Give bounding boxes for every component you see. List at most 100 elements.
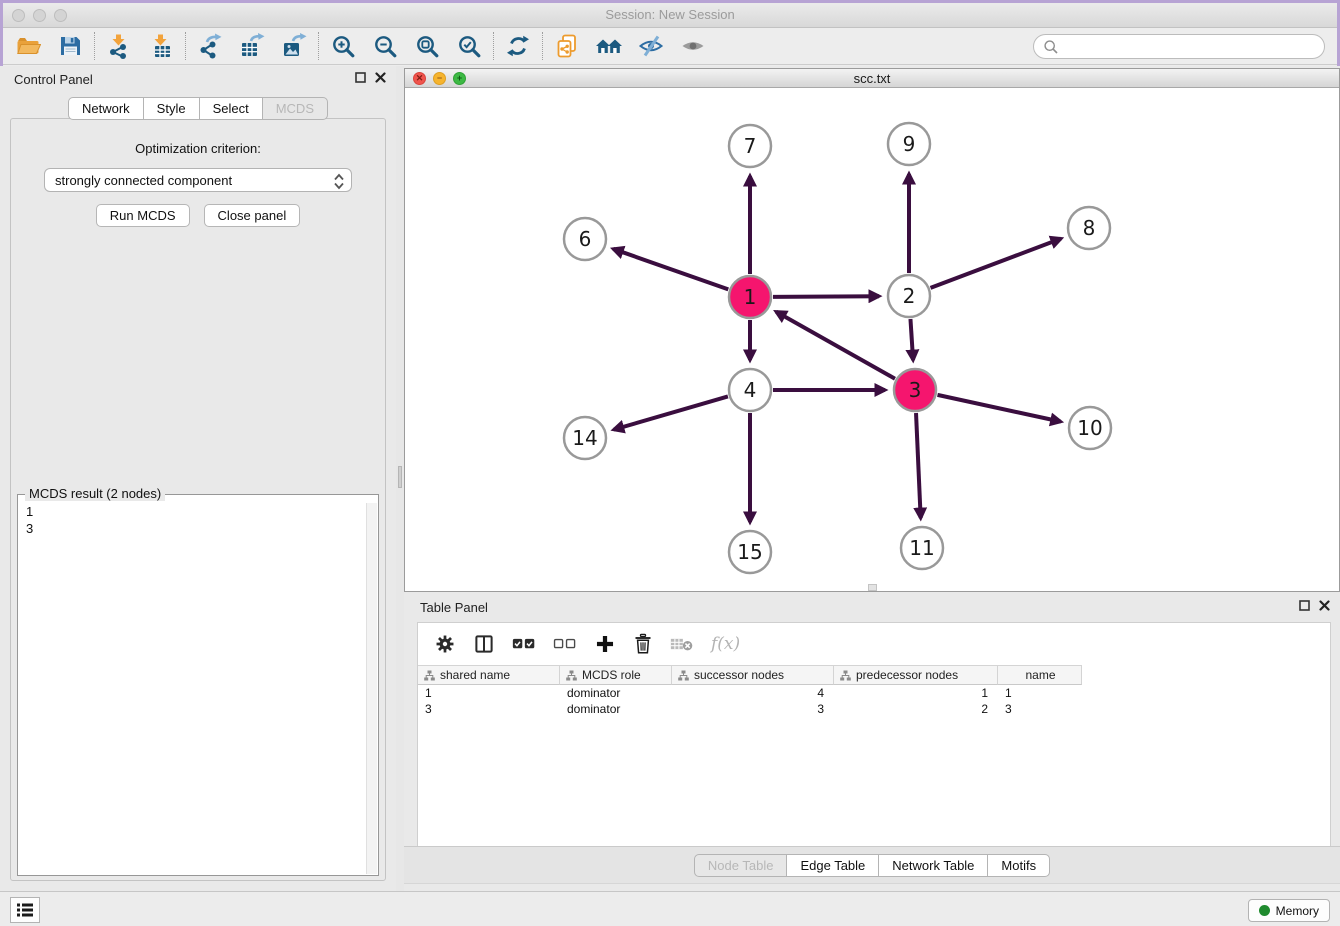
search-box[interactable] xyxy=(1033,34,1325,59)
tab-select[interactable]: Select xyxy=(199,97,263,120)
tab-node-table[interactable]: Node Table xyxy=(694,854,788,877)
select-all-columns-button[interactable] xyxy=(512,635,536,653)
show-panels-button[interactable] xyxy=(678,31,708,61)
graph-node-15[interactable]: 15 xyxy=(729,531,771,573)
memory-status-dot xyxy=(1259,905,1270,916)
graph-node-1[interactable]: 1 xyxy=(729,276,771,318)
table-cell[interactable]: 3 xyxy=(418,701,560,717)
graph-node-11[interactable]: 11 xyxy=(901,527,943,569)
table-cell[interactable]: 4 xyxy=(672,685,834,701)
window-title: Session: New Session xyxy=(3,7,1337,22)
splitter-grip[interactable] xyxy=(398,466,402,488)
hide-panels-button[interactable] xyxy=(636,31,666,61)
mcds-result-scrollbar[interactable] xyxy=(366,503,377,874)
close-panel-icon[interactable] xyxy=(1319,600,1330,611)
graph-edge-1-2[interactable] xyxy=(773,296,879,297)
export-image-button[interactable] xyxy=(279,31,309,61)
table-cell[interactable]: 3 xyxy=(672,701,834,717)
tab-network-table[interactable]: Network Table xyxy=(878,854,988,877)
node-label: 1 xyxy=(744,285,757,309)
column-header-shared-name[interactable]: shared name xyxy=(418,665,560,685)
panel-splitter[interactable] xyxy=(396,66,404,891)
zoom-out-button[interactable] xyxy=(370,31,400,61)
graph-node-6[interactable]: 6 xyxy=(564,218,606,260)
graph-node-8[interactable]: 8 xyxy=(1068,207,1110,249)
table-row[interactable]: 1dominator411 xyxy=(418,685,1330,701)
network-frame-grip[interactable] xyxy=(868,584,877,591)
search-input[interactable] xyxy=(1059,37,1324,57)
table-cell[interactable]: 1 xyxy=(998,685,1082,701)
save-session-button[interactable] xyxy=(55,31,85,61)
column-header-label: successor nodes xyxy=(694,668,784,682)
graph-edge-3-11[interactable] xyxy=(916,413,921,518)
close-panel-icon[interactable] xyxy=(375,72,386,83)
show-columns-button[interactable] xyxy=(473,633,495,655)
graph-node-9[interactable]: 9 xyxy=(888,123,930,165)
node-label: 10 xyxy=(1077,416,1102,440)
delete-columns-button[interactable] xyxy=(633,633,653,655)
delete-table-button[interactable] xyxy=(670,635,694,653)
graph-edge-4-14[interactable] xyxy=(614,396,728,429)
tab-style[interactable]: Style xyxy=(143,97,200,120)
column-header-name[interactable]: name xyxy=(998,665,1082,685)
float-panel-icon[interactable] xyxy=(1299,600,1310,611)
add-column-button[interactable] xyxy=(594,633,616,655)
network-frame-title: scc.txt xyxy=(405,71,1339,86)
task-history-button[interactable] xyxy=(10,897,40,923)
search-icon xyxy=(1043,39,1059,55)
float-panel-icon[interactable] xyxy=(355,72,366,83)
graph-node-2[interactable]: 2 xyxy=(888,275,930,317)
tab-mcds[interactable]: MCDS xyxy=(262,97,328,120)
table-settings-button[interactable] xyxy=(434,633,456,655)
table-cell[interactable]: 1 xyxy=(834,685,998,701)
graph-node-10[interactable]: 10 xyxy=(1069,407,1111,449)
toolbar-separator xyxy=(542,32,543,60)
export-table-button[interactable] xyxy=(237,31,267,61)
zoom-selected-button[interactable] xyxy=(454,31,484,61)
checked-boxes-icon xyxy=(512,635,536,653)
column-header-predecessor-nodes[interactable]: predecessor nodes xyxy=(834,665,998,685)
table-row[interactable]: 3dominator323 xyxy=(418,701,1330,717)
graph-edge-3-1[interactable] xyxy=(776,312,895,379)
graph-node-4[interactable]: 4 xyxy=(729,369,771,411)
graph-edge-2-8[interactable] xyxy=(931,239,1061,288)
tab-edge-table[interactable]: Edge Table xyxy=(786,854,879,877)
table-cell[interactable]: dominator xyxy=(560,701,672,717)
table-cell[interactable]: 1 xyxy=(418,685,560,701)
column-header-successor-nodes[interactable]: successor nodes xyxy=(672,665,834,685)
open-file-button[interactable] xyxy=(13,31,43,61)
graph-edge-2-3[interactable] xyxy=(910,319,913,360)
zoom-fit-button[interactable] xyxy=(412,31,442,61)
memory-button[interactable]: Memory xyxy=(1248,899,1330,922)
graph-node-7[interactable]: 7 xyxy=(729,125,771,167)
run-mcds-button[interactable]: Run MCDS xyxy=(96,204,190,227)
list-icon xyxy=(16,902,34,918)
column-header-MCDS-role[interactable]: MCDS role xyxy=(560,665,672,685)
graph-edge-3-10[interactable] xyxy=(937,395,1060,422)
node-label: 14 xyxy=(572,426,597,450)
tab-motifs[interactable]: Motifs xyxy=(987,854,1050,877)
import-network-button[interactable] xyxy=(104,31,134,61)
duplicate-network-button[interactable] xyxy=(552,31,582,61)
table-cell[interactable]: dominator xyxy=(560,685,672,701)
refresh-view-button[interactable] xyxy=(503,31,533,61)
home-layout-button[interactable] xyxy=(594,31,624,61)
zoom-in-button[interactable] xyxy=(328,31,358,61)
graph-edge-1-6[interactable] xyxy=(613,249,728,289)
function-builder-button[interactable]: f(x) xyxy=(711,634,740,654)
column-header-label: MCDS role xyxy=(582,668,641,682)
zoom-in-icon xyxy=(331,34,356,59)
criterion-dropdown[interactable]: strongly connected component xyxy=(44,168,352,192)
import-table-button[interactable] xyxy=(146,31,176,61)
main-toolbar xyxy=(3,28,1337,65)
close-panel-button[interactable]: Close panel xyxy=(204,204,301,227)
table-cell[interactable]: 2 xyxy=(834,701,998,717)
export-network-button[interactable] xyxy=(195,31,225,61)
tab-network[interactable]: Network xyxy=(68,97,144,120)
graph-node-3[interactable]: 3 xyxy=(894,369,936,411)
network-canvas[interactable]: 1 2 3 4 6 7 8 9 10 11 14 15 xyxy=(405,88,1339,591)
graph-node-14[interactable]: 14 xyxy=(564,417,606,459)
table-cell[interactable]: 3 xyxy=(998,701,1082,717)
unselect-all-columns-button[interactable] xyxy=(553,635,577,653)
network-frame-titlebar[interactable]: ✕ − + scc.txt xyxy=(405,69,1339,88)
